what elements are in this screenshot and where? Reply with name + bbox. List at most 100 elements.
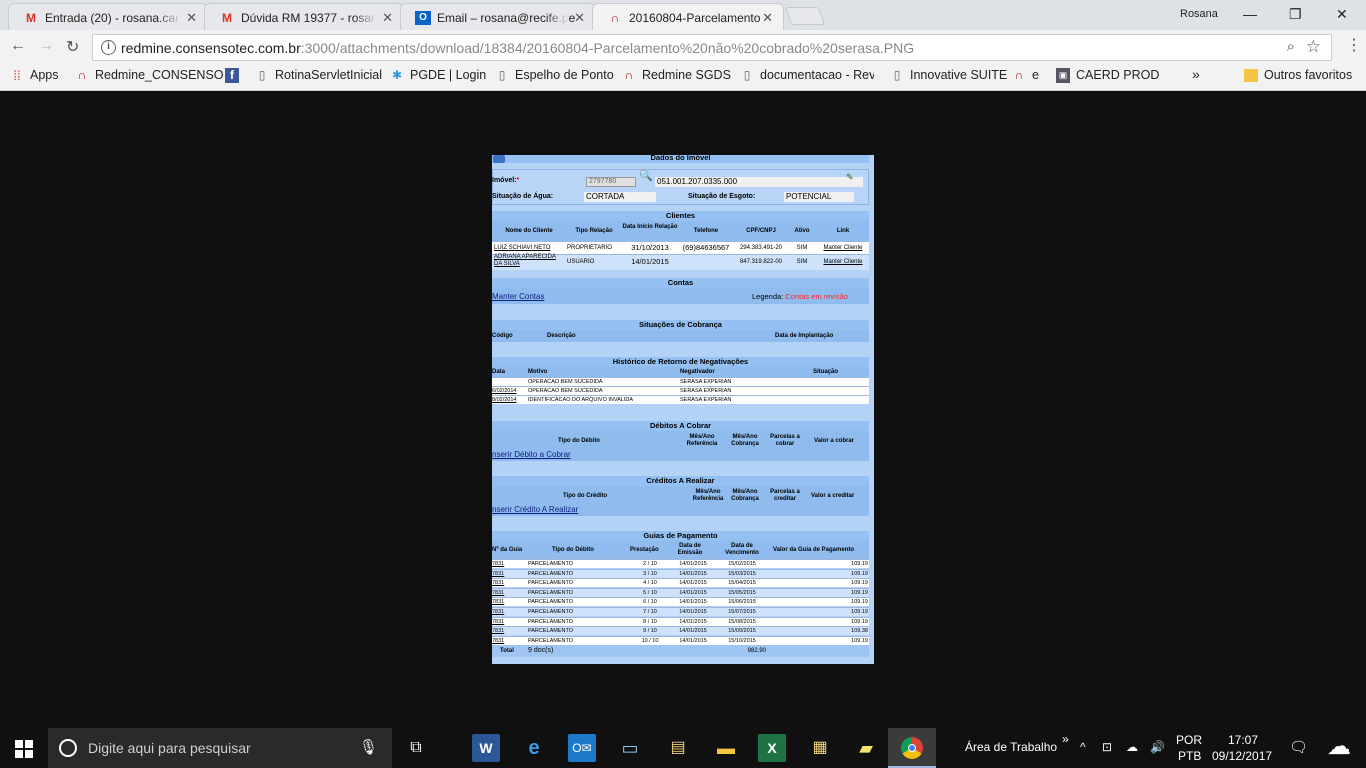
historico-data-link[interactable]: 8/02/2014 xyxy=(492,396,516,405)
cliente-ativo: SIM xyxy=(796,245,808,251)
bookmark-caerd-prod[interactable]: ▣ CAERD PROD xyxy=(1056,68,1159,83)
close-tab-icon[interactable]: ✕ xyxy=(762,10,773,26)
col-motivo: Motivo xyxy=(528,369,548,375)
col-data-inicio: Data Início Relação xyxy=(622,224,678,230)
cliente-cpf: 847.319.822-00 xyxy=(739,259,783,265)
files-icon[interactable]: ▤ xyxy=(664,734,692,762)
volume-icon[interactable]: 🔊 xyxy=(1150,740,1165,754)
keyboard-layout[interactable]: PTB xyxy=(1178,749,1201,763)
bookmark-rotinaservlet[interactable]: ▯ RotinaServletInicial xyxy=(255,68,382,82)
tab-redmine-attachment[interactable]: ∩ 20160804-Parcelamento ✕ xyxy=(592,3,784,30)
tab-gmail-inbox[interactable]: M Entrada (20) - rosana.car ✕ xyxy=(8,3,208,30)
col-data: Data xyxy=(492,369,506,375)
section-header-clientes: Clientes xyxy=(492,211,869,221)
chrome-menu-icon[interactable]: ⋮ xyxy=(1346,35,1362,55)
close-window-icon[interactable]: ✕ xyxy=(1336,6,1348,23)
cliente-telefone: (69)84636567 xyxy=(682,243,730,252)
desktop-toolbar-label[interactable]: Área de Trabalho xyxy=(965,740,1057,754)
bookmark-apps[interactable]: ⁞⁞ Apps xyxy=(10,68,58,83)
file-explorer-icon[interactable]: ▬ xyxy=(712,734,740,762)
bookmark-star-icon[interactable]: ☆ xyxy=(1306,37,1321,57)
sticky-notes-icon[interactable]: ▰ xyxy=(852,734,880,762)
microphone-icon[interactable]: 🎙 xyxy=(359,738,378,756)
col-mes-cobranca: Mês/Ano Cobrança xyxy=(731,489,759,502)
new-tab-button[interactable] xyxy=(784,7,826,25)
toolbar-expand-icon[interactable]: » xyxy=(1062,732,1069,746)
legenda-label: Legenda: Contas em revisão xyxy=(752,292,848,301)
tab-gmail-duvida[interactable]: M Dúvida RM 19377 - rosar ✕ xyxy=(204,3,404,30)
windows-start-icon[interactable] xyxy=(15,740,33,758)
bookmark-espelho-ponto[interactable]: ▯ Espelho de Ponto xyxy=(495,68,614,82)
minimize-icon[interactable]: — xyxy=(1243,6,1257,22)
esgoto-label: Situação de Esgoto: xyxy=(688,193,756,200)
weather-cloud-icon[interactable]: ☁ xyxy=(1327,732,1351,761)
more-bookmarks-icon[interactable]: » xyxy=(1192,66,1200,82)
zoom-icon[interactable]: ⌕ xyxy=(1287,38,1295,55)
restore-icon[interactable]: ❐ xyxy=(1289,6,1302,23)
col-numero-guia: Nº da Guia xyxy=(492,547,523,553)
clock-date[interactable]: 09/12/2017 xyxy=(1212,749,1272,763)
excel-icon[interactable]: X xyxy=(758,734,786,762)
bookmark-documentacao[interactable]: ▯ documentacao - Revi xyxy=(740,68,874,82)
cliente-cpf: 294.383.491-20 xyxy=(739,245,783,251)
cliente-tipo: USUARIO xyxy=(567,259,595,265)
bookmark-pgde[interactable]: ✱ PGDE | Login xyxy=(390,68,486,82)
bookmark-outros-favoritos[interactable]: Outros favoritos xyxy=(1244,68,1352,82)
forward-icon[interactable]: → xyxy=(38,37,54,55)
taskbar-search[interactable]: Digite aqui para pesquisar 🎙 xyxy=(48,728,392,768)
bookmark-redmine-sgds[interactable]: ∩ Redmine SGDS xyxy=(622,68,731,82)
col-negativador: Negativador xyxy=(680,369,715,375)
action-center-icon[interactable]: 🗨 xyxy=(1289,738,1308,756)
col-link: Link xyxy=(836,228,850,234)
tray-overflow-icon[interactable]: ^ xyxy=(1080,740,1086,754)
task-view-icon[interactable]: ⧉ xyxy=(402,734,430,762)
onedrive-icon[interactable]: ☁ xyxy=(1126,740,1138,754)
historico-motivo: IDENTIFICACAO DO ARQUIVO INVALIDA xyxy=(528,397,634,403)
network-icon[interactable]: ⊡ xyxy=(1102,740,1112,754)
address-bar[interactable]: i redmine.consensotec.com.br:3000/attach… xyxy=(92,34,1332,61)
url-text[interactable]: redmine.consensotec.com.br:3000/attachme… xyxy=(121,40,914,56)
imovel-code-field[interactable]: 2797780 xyxy=(586,177,636,187)
word-icon[interactable]: W xyxy=(472,734,500,762)
esgoto-value: POTENCIAL xyxy=(784,192,854,202)
redmine-icon: ∩ xyxy=(77,68,87,82)
page-icon: ▯ xyxy=(893,68,901,82)
edge-icon[interactable]: e xyxy=(520,734,548,762)
clock-time[interactable]: 17:07 xyxy=(1228,733,1258,747)
section-header-debitos: Débitos A Cobrar xyxy=(492,421,869,431)
imovel-inscricao-value: 051.001.207.0335.000 xyxy=(655,177,863,187)
bookmark-e[interactable]: ∩ e xyxy=(1012,68,1039,82)
close-tab-icon[interactable]: ✕ xyxy=(186,10,197,26)
manter-cliente-link[interactable]: Manter Cliente xyxy=(816,258,870,267)
back-icon[interactable]: ← xyxy=(10,37,26,55)
page-icon: ▯ xyxy=(743,68,751,82)
close-tab-icon[interactable]: ✕ xyxy=(574,10,585,26)
outlook-desktop-icon[interactable]: O✉ xyxy=(568,734,596,762)
language-indicator[interactable]: POR xyxy=(1176,733,1202,747)
inserir-debito-link[interactable]: nserir Débito a Cobrar xyxy=(492,450,571,459)
total-value: 982.90 xyxy=(747,648,766,654)
close-tab-icon[interactable]: ✕ xyxy=(382,10,393,26)
col-valor-guia: Valor da Guia de Pagamento xyxy=(773,547,855,553)
historico-negativador: SERASA EXPERIAN xyxy=(680,397,732,403)
bookmark-innovative-suite[interactable]: ▯ Innovative SUITE xyxy=(890,68,1008,82)
search-icon[interactable]: 🔍 xyxy=(639,171,653,182)
profile-button[interactable]: Rosana xyxy=(1180,8,1218,20)
tab-outlook-email[interactable]: O Email – rosana@recife.pe ✕ xyxy=(400,3,596,30)
eraser-icon[interactable]: ✎ xyxy=(846,173,854,182)
reload-icon[interactable]: ↻ xyxy=(66,37,79,57)
bookmark-redmine-consenso[interactable]: ∩ Redmine_CONSENSO xyxy=(75,68,224,82)
cliente-nome-link[interactable]: ADRIANA APARECIDA DA SILVA xyxy=(494,254,564,268)
cliente-nome-link[interactable]: LUIZ SCHIAVI NETO xyxy=(494,244,550,253)
inserir-credito-link[interactable]: nserir Crédito A Realizar xyxy=(492,505,578,514)
cortana-icon[interactable] xyxy=(59,739,77,757)
col-telefone: Telefone xyxy=(693,228,719,234)
chrome-taskbar-button[interactable] xyxy=(888,728,936,768)
col-mes-referencia: Mês/Ano Referência xyxy=(686,434,718,447)
col-nome-cliente: Nome do Cliente xyxy=(505,228,553,234)
remote-desktop-icon[interactable]: ▭ xyxy=(616,734,644,762)
manter-contas-link[interactable]: Manter Contas xyxy=(492,292,544,301)
documents-icon[interactable]: ▦ xyxy=(806,734,834,762)
manter-cliente-link[interactable]: Manter Cliente xyxy=(816,244,870,253)
site-info-icon[interactable]: i xyxy=(101,40,116,55)
